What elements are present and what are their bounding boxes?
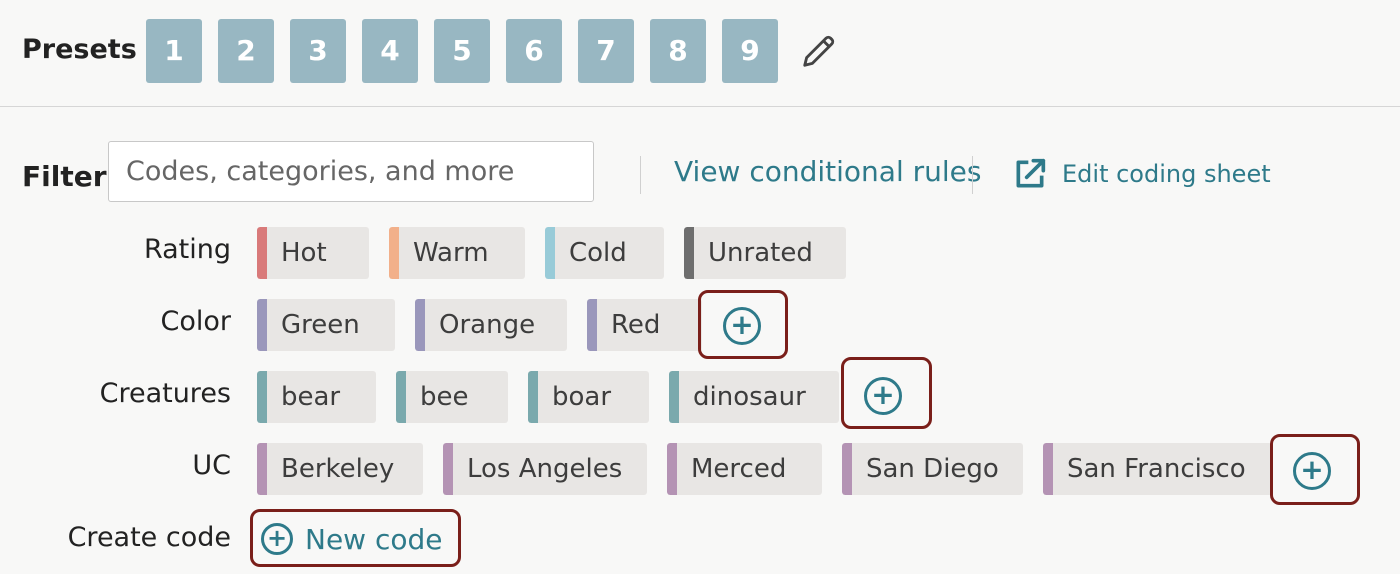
- filter-input[interactable]: [108, 141, 594, 202]
- code-chip-bee[interactable]: bee: [396, 371, 508, 423]
- code-chip-hot[interactable]: Hot: [257, 227, 369, 279]
- code-chip-unrated[interactable]: Unrated: [684, 227, 846, 279]
- code-chip-los-angeles[interactable]: Los Angeles: [443, 443, 647, 495]
- preset-button-7[interactable]: 7: [578, 19, 634, 83]
- category-label-uc: UC: [192, 450, 231, 481]
- plus-circle-icon: +: [864, 377, 902, 415]
- code-chip-warm[interactable]: Warm: [389, 227, 525, 279]
- plus-circle-icon: +: [1293, 452, 1331, 490]
- add-code-button-color[interactable]: +: [698, 290, 788, 359]
- presets-label: Presets: [22, 34, 137, 65]
- code-chip-san-francisco[interactable]: San Francisco: [1043, 443, 1272, 495]
- preset-button-6[interactable]: 6: [506, 19, 562, 83]
- code-chip-bear[interactable]: bear: [257, 371, 376, 423]
- divider: [972, 156, 973, 194]
- code-chip-merced[interactable]: Merced: [667, 443, 822, 495]
- pencil-icon[interactable]: [800, 32, 838, 70]
- code-chip-san-diego[interactable]: San Diego: [842, 443, 1023, 495]
- preset-button-9[interactable]: 9: [722, 19, 778, 83]
- new-code-label: New code: [305, 523, 443, 556]
- preset-button-1[interactable]: 1: [146, 19, 202, 83]
- preset-button-5[interactable]: 5: [434, 19, 490, 83]
- preset-button-4[interactable]: 4: [362, 19, 418, 83]
- presets-bar: Presets 1 2 3 4 5 6 7 8 9: [0, 0, 1400, 107]
- code-chip-red[interactable]: Red: [587, 299, 702, 351]
- code-chip-dinosaur[interactable]: dinosaur: [669, 371, 839, 423]
- category-label-rating: Rating: [143, 234, 231, 265]
- preset-button-2[interactable]: 2: [218, 19, 274, 83]
- plus-circle-icon: +: [723, 307, 761, 345]
- add-code-button-uc[interactable]: +: [1270, 434, 1360, 505]
- category-label-color: Color: [160, 306, 232, 337]
- external-link-icon[interactable]: [1010, 154, 1050, 194]
- new-code-button[interactable]: + New code: [250, 509, 461, 567]
- filter-label: Filter: [22, 160, 107, 193]
- edit-coding-sheet-link[interactable]: Edit coding sheet: [1062, 160, 1271, 188]
- code-chip-orange[interactable]: Orange: [415, 299, 567, 351]
- code-chip-berkeley[interactable]: Berkeley: [257, 443, 423, 495]
- divider: [640, 156, 641, 194]
- code-chip-green[interactable]: Green: [257, 299, 395, 351]
- code-chip-boar[interactable]: boar: [528, 371, 649, 423]
- view-conditional-rules-link[interactable]: View conditional rules: [674, 155, 982, 188]
- plus-circle-icon: +: [261, 523, 293, 555]
- add-code-button-creatures[interactable]: +: [841, 357, 932, 429]
- preset-button-8[interactable]: 8: [650, 19, 706, 83]
- create-code-label: Create code: [67, 522, 231, 553]
- preset-button-3[interactable]: 3: [290, 19, 346, 83]
- category-label-creatures: Creatures: [99, 378, 231, 409]
- code-chip-cold[interactable]: Cold: [545, 227, 664, 279]
